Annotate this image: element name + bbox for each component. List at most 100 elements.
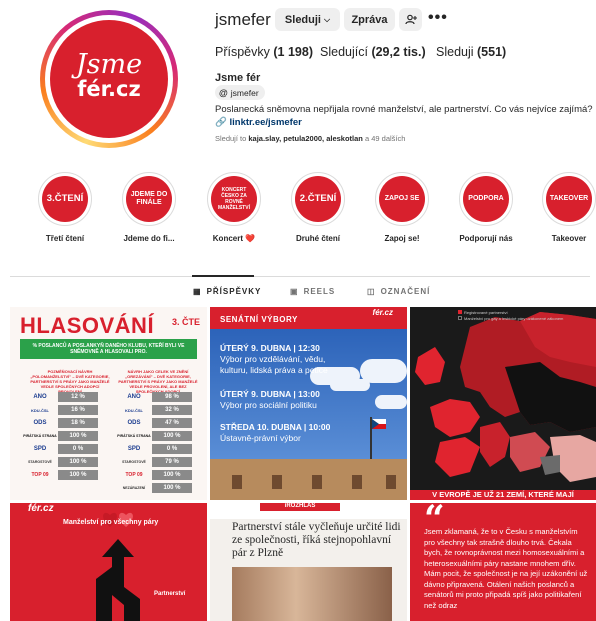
vote-row-right: KDU-ČSL 32 % [116,405,192,415]
followers-count-stat[interactable]: Sledující (29,2 tis.) [320,45,426,59]
party-logo: PIRÁTSKÁ STRANA [117,434,151,438]
post-quote[interactable]: “ Jsem zklamaná, že to v Česku s manžels… [410,503,596,621]
schedule-committee: Ústavně-právní výbor [220,433,301,443]
party-logo: SPD [33,446,47,452]
party-logo: KDU-ČSL [31,407,49,413]
party-logo: KDU-ČSL [125,407,143,413]
vote-percent: 32 % [152,405,192,415]
highlight-label: Koncert ❤️ [212,234,256,243]
vote-percent: 100 % [152,483,192,493]
highlight-label: Třetí čtení [45,234,85,243]
highlight-cover: JDEME DO FINÁLE [126,176,172,222]
legend-label: Manželství pro gay a lesbické páry uzáko… [464,316,564,321]
post-headline: Partnerství stále vyčleňuje určité lidi … [232,521,401,559]
vote-row-right: PIRÁTSKÁ STRANA 100 % [116,431,192,441]
schedule-item: STŘEDA 10. DUBNA | 10:00 Ústavně-právní … [220,422,330,444]
arrow-shape-icon [96,539,140,621]
post-europe-map[interactable]: Registrované partnerství Manželství pro … [410,307,596,500]
add-user-icon[interactable] [399,8,422,31]
followers-stat-value: (29,2 tis.) [371,45,426,59]
profile-full-name: Jsme fér [215,72,261,84]
map-caption: V EVROPĚ JE UŽ 21 ZEMÍ, KTERÉ MAJÍ [410,490,596,500]
vote-row-left: STAROSTOVÉ 100 % [22,457,98,467]
avatar-logo-script: Jsme [75,49,143,80]
window-shape [352,475,362,489]
more-options-icon[interactable]: ••• [428,9,448,27]
schedule-time: STŘEDA 10. DUBNA | 10:00 [220,422,331,432]
following-button-label: Sleduji [284,13,321,26]
vote-row-left: KDU-ČSL 16 % [22,405,98,415]
followers-stat-label: Sledující [320,45,368,59]
highlight-podpora[interactable]: PODPORA Podporují nás [453,172,519,243]
post-manzelstvi-pro-vsechny[interactable]: fér.cz Manželství pro všechny páry Partn… [10,503,207,621]
highlight-label: Zapoj se! [384,234,420,243]
highlight-jdeme-do-finale[interactable]: JDEME DO FINÁLE Jdeme do fi... [116,172,182,243]
following-button[interactable]: Sleduji ⌵ [275,8,340,31]
highlight-ring: ZAPOJ SE [375,172,429,226]
profile-link[interactable]: 🔗 linktr.ee/jsmefer [215,117,302,128]
highlight-takeover[interactable]: TAKEOVER Takeover [536,172,596,243]
vote-row-right: STAROSTOVÉ 79 % [116,457,192,467]
grid-icon: ▦ [193,287,202,296]
chevron-down-icon: ⌵ [323,14,331,24]
brand-logo: fér.cz [28,503,54,514]
party-logo: STAROSTOVÉ [122,460,146,464]
post-hlasovani[interactable]: HLASOVÁNÍ 3. ČTE % POSLANCŮ A POSLANKYŇ … [10,307,207,500]
threads-handle: jsmefer [230,87,259,98]
window-shape [272,475,282,489]
post-senatni-vybory[interactable]: SENÁTNÍ VÝBORY fér.cz ÚTERÝ 9. DUBNA | 1… [210,307,407,500]
tab-reels[interactable]: ▣ REELS [290,287,335,296]
party-logo: TOP 09 [125,472,143,478]
avatar-logo: Jsme fér.cz [50,20,168,138]
vote-percent: 98 % [152,392,192,402]
threads-icon: @ [219,87,228,98]
legend-swatch [458,316,462,320]
party-logo: TOP 09 [31,472,49,478]
vote-row-left: TOP 09 100 % [22,470,98,480]
map-legend: Registrované partnerství Manželství pro … [458,310,563,322]
post-irozhlas[interactable]: iROZHLAS Partnerství stále vyčleňuje urč… [210,503,407,621]
vote-percent: 100 % [58,431,98,441]
tab-tagged[interactable]: ◫ OZNAČENÍ [367,287,430,296]
post-subtitle: % POSLANCŮ A POSLANKYŇ DANÉHO KLUBU, KTE… [20,339,197,359]
posts-count-stat[interactable]: Příspěvky (1 198) [215,45,313,59]
vote-row-right: SPD 0 % [116,444,192,454]
profile-username: jsmefer [215,10,271,29]
profile-bio: Poslanecká sněmovna nepřijala rovné manž… [215,104,596,115]
window-shape [312,475,322,489]
vote-percent: 0 % [58,444,98,454]
post-title: HLASOVÁNÍ [20,313,155,338]
avatar-logo-domain: fér.cz [77,77,141,101]
highlight-cover: PODPORA [463,176,509,222]
highlight-label: Podporují nás [459,234,513,243]
vote-percent: 100 % [58,470,98,480]
tab-posts-label: PŘÍSPĚVKY [206,287,262,296]
highlight-zapoj-se[interactable]: ZAPOJ SE Zapoj se! [369,172,435,243]
highlight-druhe-cteni[interactable]: 2.ČTENÍ Druhé čtení [285,172,351,243]
tagged-icon: ◫ [367,287,376,296]
following-count-stat[interactable]: Sleduji (551) [436,45,506,59]
profile-avatar[interactable]: Jsme fér.cz [40,10,178,148]
followed-by-suffix: a 49 dalších [364,134,406,143]
tab-tagged-label: OZNAČENÍ [380,287,431,296]
highlight-label: Druhé čtení [295,234,340,243]
vote-percent: 18 % [58,418,98,428]
highlight-ring: 3.ČTENÍ [38,172,92,226]
cloud-shape [330,379,370,391]
highlight-koncert[interactable]: KONCERT ČESKO ZA ROVNÉ MANŽELSTVÍ Koncer… [201,172,267,243]
schedule-time: ÚTERÝ 9. DUBNA | 13:00 [220,389,320,399]
posts-stat-value: (1 198) [273,45,313,59]
vote-percent: 16 % [58,405,98,415]
post-header-title: SENÁTNÍ VÝBORY [220,315,298,324]
tab-posts[interactable]: ▦ PŘÍSPĚVKY [193,287,261,296]
highlight-treti-cteni[interactable]: 3.ČTENÍ Třetí čtení [32,172,98,243]
link-icon: 🔗 [215,117,227,128]
threads-badge[interactable]: @ jsmefer [215,85,265,100]
vote-percent: 100 % [58,457,98,467]
schedule-time: ÚTERÝ 9. DUBNA | 12:30 [220,343,320,353]
party-logo: ODS [33,420,47,426]
followed-by-line[interactable]: Sledují to kaja.slay, petula2000, alesko… [215,134,405,143]
message-button[interactable]: Zpráva [344,8,395,31]
vote-row-right: ODS 47 % [116,418,192,428]
vote-percent: 0 % [152,444,192,454]
